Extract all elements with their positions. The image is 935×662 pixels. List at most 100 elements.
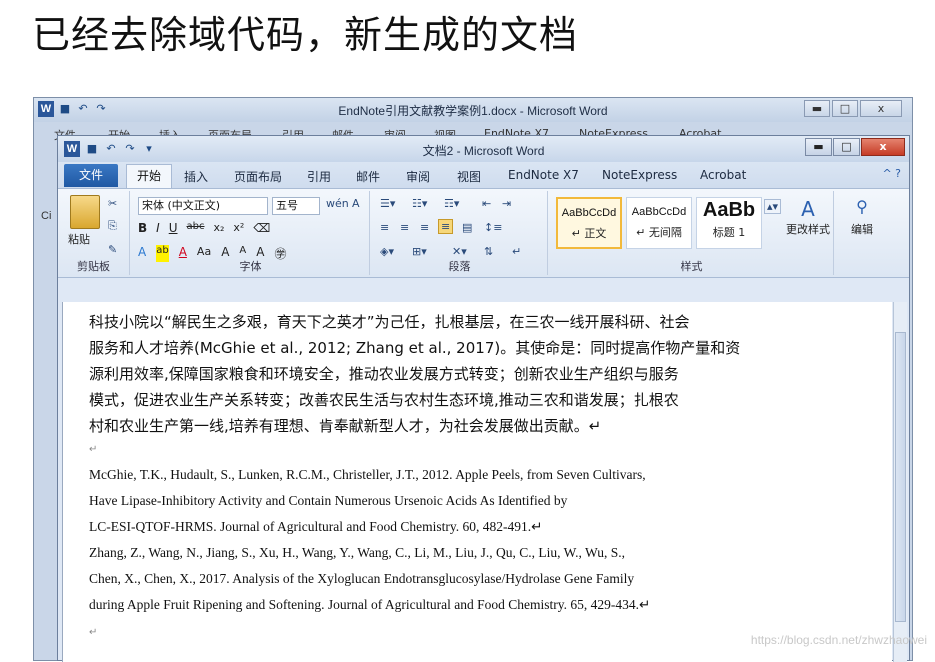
- window-title: 文档2 - Microsoft Word: [422, 144, 545, 158]
- close-button[interactable]: x: [861, 138, 905, 156]
- justify-icon[interactable]: ≡: [438, 219, 454, 234]
- style-no-spacing[interactable]: AaBbCcDd ↵ 无间隔: [626, 197, 692, 249]
- reference-line: Zhang, Z., Wang, N., Jiang, S., Xu, H., …: [89, 545, 625, 560]
- tab-review[interactable]: 审阅: [406, 168, 430, 185]
- style-heading-1[interactable]: AaBb 标题 1: [696, 197, 762, 249]
- tab-noteexpress[interactable]: NoteExpress: [602, 168, 677, 182]
- tab-view[interactable]: 视图: [457, 168, 481, 185]
- reference-line: Have Lipase-Inhibitory Activity and Cont…: [89, 493, 568, 508]
- change-styles-icon: A: [801, 197, 815, 221]
- font-format-row: B I U abc x₂ x² ⌫: [138, 221, 270, 235]
- back-side-text: Ci: [41, 210, 52, 222]
- format-painter-icon[interactable]: ✎: [108, 243, 117, 256]
- doc-line: 村和农业生产第一线,培养有理想、肯奉献新型人才，为社会发展做出贡献。↵: [89, 417, 602, 435]
- reference-line: Chen, X., Chen, X., 2017. Analysis of th…: [89, 571, 635, 586]
- paste-button[interactable]: 粘贴: [68, 231, 90, 247]
- subscript-icon[interactable]: x₂: [213, 221, 224, 235]
- style-sample: AaBbCcDd: [561, 207, 617, 219]
- tab-page-layout[interactable]: 页面布局: [234, 168, 282, 185]
- align-left-icon[interactable]: ≡: [380, 221, 389, 234]
- tab-endnote[interactable]: EndNote X7: [508, 168, 579, 182]
- style-sample: AaBbCcDd: [631, 206, 687, 218]
- style-name: ↵ 正文: [571, 227, 607, 240]
- tab-mailings[interactable]: 邮件: [356, 168, 380, 185]
- styles-group: AaBbCcDd ↵ 正文 AaBbCcDd ↵ 无间隔 AaBb 标题 1 ▴…: [550, 191, 834, 275]
- find-icon: ⚲: [856, 197, 868, 216]
- back-maximize-button[interactable]: □: [832, 100, 858, 117]
- increase-indent-icon[interactable]: ⇥: [502, 197, 511, 210]
- bold-icon[interactable]: B: [138, 221, 147, 235]
- sort-icon[interactable]: ⇅: [484, 245, 493, 258]
- change-styles-label: 更改样式: [786, 223, 830, 236]
- underline-icon[interactable]: U: [169, 221, 178, 235]
- reference-line: during Apple Fruit Ripening and Softenin…: [89, 597, 651, 612]
- style-name: 标题 1: [712, 226, 746, 239]
- font-group-label: 字体: [239, 260, 262, 273]
- ribbon: 粘贴 ✂ ⎘ ✎ 剪贴板 宋体 (中文正文) 五号 wén A B I U ab…: [58, 188, 909, 278]
- numbering-icon[interactable]: ☷▾: [412, 197, 427, 210]
- paragraph-group: ☰▾ ☷▾ ☶▾ ⇤ ⇥ ≡ ≡ ≡ ≡ ▤ ↕≡ ◈▾ ⊞▾ ✕▾ ⇅ ↵ 段…: [372, 191, 548, 275]
- multilevel-list-icon[interactable]: ☶▾: [444, 197, 459, 210]
- bullets-icon[interactable]: ☰▾: [380, 197, 395, 210]
- styles-group-label: 样式: [680, 260, 703, 273]
- back-minimize-button[interactable]: ▬: [804, 100, 830, 117]
- shading-icon[interactable]: ◈▾: [380, 245, 394, 258]
- align-right-icon[interactable]: ≡: [420, 221, 429, 234]
- titlebar[interactable]: W ■ ↶ ↷ ▾ 文档2 - Microsoft Word ▬ □ x: [58, 136, 909, 162]
- font-size-select[interactable]: 五号: [272, 197, 320, 215]
- ribbon-tabs: 文件 开始 插入 页面布局 引用 邮件 审阅 视图 EndNote X7 Not…: [58, 162, 909, 188]
- show-marks-icon[interactable]: ↵: [512, 245, 521, 258]
- distributed-icon[interactable]: ▤: [462, 221, 472, 234]
- align-center-icon[interactable]: ≡: [400, 221, 409, 234]
- window-controls: ▬ □ x: [805, 138, 905, 156]
- paragraph-group-label: 段落: [448, 260, 471, 273]
- reference-line: McGhie, T.K., Hudault, S., Lunken, R.C.M…: [89, 467, 646, 482]
- scroll-thumb[interactable]: [895, 332, 906, 622]
- styles-scroll-icon[interactable]: ▴▾: [764, 199, 782, 214]
- paste-icon[interactable]: [70, 195, 100, 229]
- italic-icon[interactable]: I: [156, 221, 160, 235]
- tab-insert[interactable]: 插入: [184, 168, 208, 185]
- clipboard-group-label: 剪贴板: [77, 260, 110, 273]
- font-name-select[interactable]: 宋体 (中文正文): [138, 197, 268, 215]
- copy-icon[interactable]: ⎘: [108, 219, 117, 233]
- change-styles-button[interactable]: A 更改样式: [782, 197, 834, 237]
- strikethrough-icon[interactable]: abc: [187, 221, 205, 235]
- style-sample: AaBb: [702, 199, 756, 221]
- doc-line: 科技小院以“解民生之多艰，育天下之英才”为己任，扎根基层，在三农一线开展科研、社…: [89, 313, 690, 331]
- line-spacing-icon[interactable]: ↕≡: [484, 221, 502, 234]
- watermark: https://blog.csdn.net/zhwzhaowei: [750, 633, 927, 647]
- clipboard-group: 粘贴 ✂ ⎘ ✎ 剪贴板: [58, 191, 130, 275]
- doc-line: 模式，促进农业生产关系转变；改善农民生活与农村生态环境,推动三农和谐发展；扎根农: [89, 391, 679, 409]
- doc-line: 服务和人才培养(McGhie et al., 2012; Zhang et al…: [89, 339, 741, 357]
- paragraph-mark: ↵: [89, 444, 98, 455]
- tab-file[interactable]: 文件: [64, 164, 118, 187]
- editing-group: ⚲ 编辑: [836, 191, 888, 275]
- superscript-icon[interactable]: x²: [233, 221, 244, 235]
- clear-format-icon[interactable]: ⌫: [253, 221, 270, 235]
- tab-home[interactable]: 开始: [126, 164, 172, 188]
- style-normal[interactable]: AaBbCcDd ↵ 正文: [556, 197, 622, 249]
- minimize-button[interactable]: ▬: [805, 138, 832, 156]
- doc-line: 源利用效率,保障国家粮食和环境安全，推动农业发展方式转变；创新农业生产组织与服务: [89, 365, 679, 383]
- style-name: ↵ 无间隔: [636, 226, 682, 239]
- tab-acrobat[interactable]: Acrobat: [700, 168, 746, 182]
- maximize-button[interactable]: □: [833, 138, 860, 156]
- cut-icon[interactable]: ✂: [108, 197, 117, 210]
- editing-label: 编辑: [851, 223, 873, 236]
- char-border-icon[interactable]: A: [352, 197, 360, 210]
- borders-icon[interactable]: ⊞▾: [412, 245, 427, 258]
- vertical-scrollbar[interactable]: [893, 302, 907, 662]
- help-icon[interactable]: ^ ?: [882, 167, 901, 180]
- back-titlebar[interactable]: W ■ ↶ ↷ EndNote引用文献教学案例1.docx - Microsof…: [34, 98, 912, 122]
- pinyin-icon[interactable]: wén: [326, 197, 349, 210]
- font-group: 宋体 (中文正文) 五号 wén A B I U abc x₂ x² ⌫ A a…: [132, 191, 370, 275]
- editing-button[interactable]: ⚲ 编辑: [842, 197, 882, 237]
- decrease-indent-icon[interactable]: ⇤: [482, 197, 491, 210]
- chinese-layout-icon[interactable]: ✕▾: [452, 245, 467, 258]
- tab-references[interactable]: 引用: [307, 168, 331, 185]
- back-close-button[interactable]: x: [860, 100, 902, 117]
- paragraph-mark: ↵: [89, 627, 98, 638]
- slide-title: 已经去除域代码，新生成的文档: [32, 13, 579, 57]
- back-window-title: EndNote引用文献教学案例1.docx - Microsoft Word: [338, 104, 608, 118]
